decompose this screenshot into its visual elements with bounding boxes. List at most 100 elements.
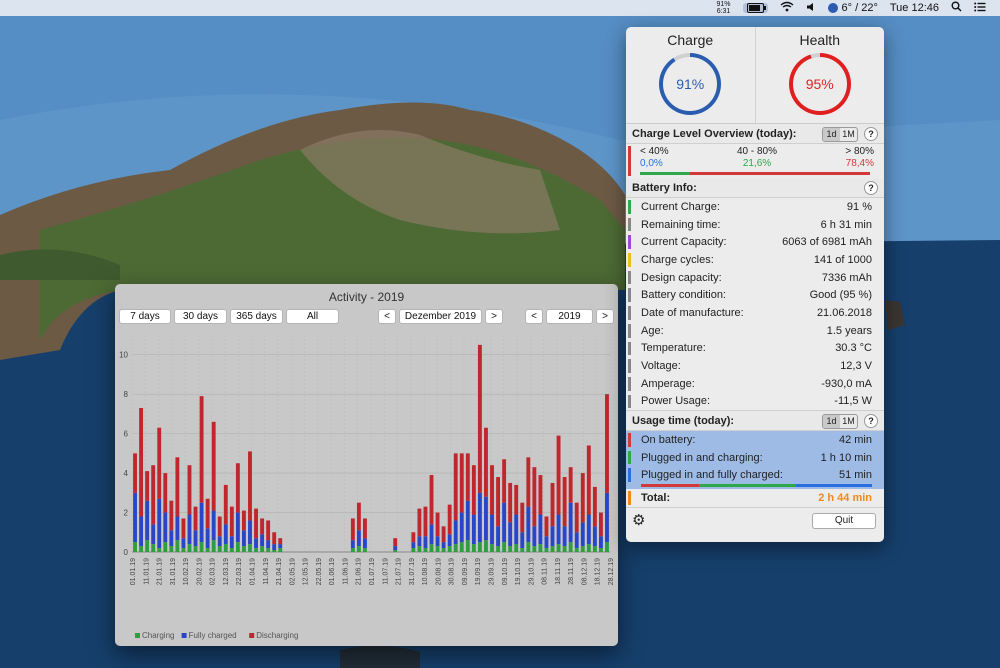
bar-fully-charged xyxy=(187,514,192,545)
year-next-button[interactable]: > xyxy=(596,309,614,324)
clock[interactable]: Tue 12:46 xyxy=(890,2,939,14)
usage-segment xyxy=(698,483,796,487)
bar-charging xyxy=(447,546,452,552)
activity-chart: 0 2 4 6 8 10 01.01.19 11.01.19 21.01.19 31.01.19 1… xyxy=(115,332,618,646)
row-marker xyxy=(628,468,631,482)
range-7-days-button[interactable]: 7 days xyxy=(119,309,171,324)
weather-icon xyxy=(827,3,838,13)
battery-info-row: Current Capacity: 6063 of 6981 mAh xyxy=(626,233,884,251)
bar-fully-charged xyxy=(211,510,216,541)
bar-charging xyxy=(490,544,494,552)
health-value: 95% xyxy=(805,76,834,92)
bar-fully-charged xyxy=(181,538,186,549)
y-tick-label: 0 xyxy=(124,548,129,557)
bar-fully-charged xyxy=(199,502,204,543)
weather-widget[interactable]: 6° / 22° xyxy=(827,2,878,14)
overview-segment xyxy=(640,172,690,175)
x-tick-label: 28.11.19 xyxy=(568,558,575,585)
battery-info-value: 141 of 1000 xyxy=(813,253,872,266)
x-tick-label: 01.07.19 xyxy=(369,558,376,585)
quit-button[interactable]: Quit xyxy=(812,512,876,529)
overview-help-button[interactable]: ? xyxy=(864,127,878,141)
bar-charging xyxy=(502,542,507,552)
bar-discharging xyxy=(254,508,258,539)
x-tick-label: 09.10.19 xyxy=(502,558,509,585)
bar-discharging xyxy=(477,344,482,493)
wifi-icon[interactable] xyxy=(780,1,794,15)
bar-fully-charged xyxy=(169,530,174,547)
control-center-icon[interactable] xyxy=(974,2,986,15)
bar-discharging xyxy=(266,520,271,541)
bar-fully-charged xyxy=(465,500,470,541)
usage-toggle-1d[interactable]: 1d xyxy=(823,415,840,429)
bar-discharging xyxy=(363,518,367,539)
battery-info-label: Temperature: xyxy=(641,342,706,355)
activity-window: Activity - 2019 7 days 30 days 365 days … xyxy=(115,284,618,646)
bar-fully-charged xyxy=(586,514,591,545)
battery-info-label: Voltage: xyxy=(641,360,681,373)
bar-discharging xyxy=(423,506,428,537)
x-tick-label: 02.03.19 xyxy=(210,558,217,585)
bar-fully-charged xyxy=(151,524,156,545)
overview-distribution-bar xyxy=(640,172,870,175)
bar-charging xyxy=(435,546,440,552)
battery-info-value: 30.3 °C xyxy=(835,342,872,355)
bar-charging xyxy=(556,544,561,552)
bar-fully-charged xyxy=(532,526,537,547)
bar-discharging xyxy=(169,500,174,531)
battery-info-row: Charge cycles: 141 of 1000 xyxy=(626,251,884,269)
bar-discharging xyxy=(248,451,252,521)
usage-toggle-1m[interactable]: 1M xyxy=(840,415,857,428)
bar-fully-charged xyxy=(350,540,355,549)
overview-toggle-1m[interactable]: 1M xyxy=(840,128,857,141)
bar-discharging xyxy=(139,407,144,517)
battery-info-list: Current Charge: 91 % Remaining time: 6 h 31… xyxy=(626,198,884,410)
x-tick-label: 22.03.19 xyxy=(236,558,243,585)
month-prev-button[interactable]: < xyxy=(378,309,396,324)
overview-high: > 80% 78,4% xyxy=(845,146,874,169)
range-30-days-button[interactable]: 30 days xyxy=(174,309,227,324)
x-tick-label: 11.04.19 xyxy=(263,558,270,585)
month-next-button[interactable]: > xyxy=(485,309,503,324)
bar-charging xyxy=(229,548,234,552)
health-title: Health xyxy=(799,32,840,48)
usage-value: 1 h 10 min xyxy=(820,451,872,464)
bar-discharging xyxy=(514,484,519,515)
legend-swatch xyxy=(181,633,187,638)
gear-icon[interactable]: ⚙ xyxy=(632,511,645,529)
bar-discharging xyxy=(447,504,452,535)
bar-fully-charged xyxy=(592,526,597,547)
search-icon[interactable] xyxy=(951,1,962,15)
bar-discharging xyxy=(242,510,246,531)
year-prev-button[interactable]: < xyxy=(525,309,543,324)
volume-icon[interactable] xyxy=(806,2,816,15)
row-marker xyxy=(628,235,631,250)
x-tick-label: 20.02.19 xyxy=(196,558,203,585)
battery-menu-button[interactable] xyxy=(742,3,768,13)
range-365-days-button[interactable]: 365 days xyxy=(230,309,283,324)
bar-discharging xyxy=(490,465,494,515)
bar-charging xyxy=(169,546,174,552)
bar-charging xyxy=(484,540,488,552)
bar-fully-charged xyxy=(562,526,567,547)
battery-info-value: 21.06.2018 xyxy=(816,306,872,319)
bar-discharging xyxy=(538,475,543,515)
usage-help-button[interactable]: ? xyxy=(864,414,878,429)
bar-charging xyxy=(393,550,398,552)
overview-toggle-1d[interactable]: 1d xyxy=(823,128,840,141)
range-all-button[interactable]: All xyxy=(286,309,339,324)
battery-info-value: 1.5 years xyxy=(826,324,872,337)
bar-charging xyxy=(411,548,416,552)
row-marker xyxy=(628,270,631,285)
bar-discharging xyxy=(157,427,162,499)
battery-status-text[interactable]: 91% 6:31 xyxy=(717,1,731,15)
row-marker xyxy=(628,323,631,338)
battery-info-help-button[interactable]: ? xyxy=(864,181,878,195)
x-tick-label: 19.10.19 xyxy=(515,558,522,585)
bar-discharging xyxy=(163,473,168,513)
bar-charging xyxy=(254,548,258,552)
x-tick-label: 21.07.19 xyxy=(396,558,403,585)
bar-fully-charged xyxy=(223,524,228,545)
battery-icon xyxy=(746,3,766,13)
bar-charging xyxy=(181,548,186,552)
